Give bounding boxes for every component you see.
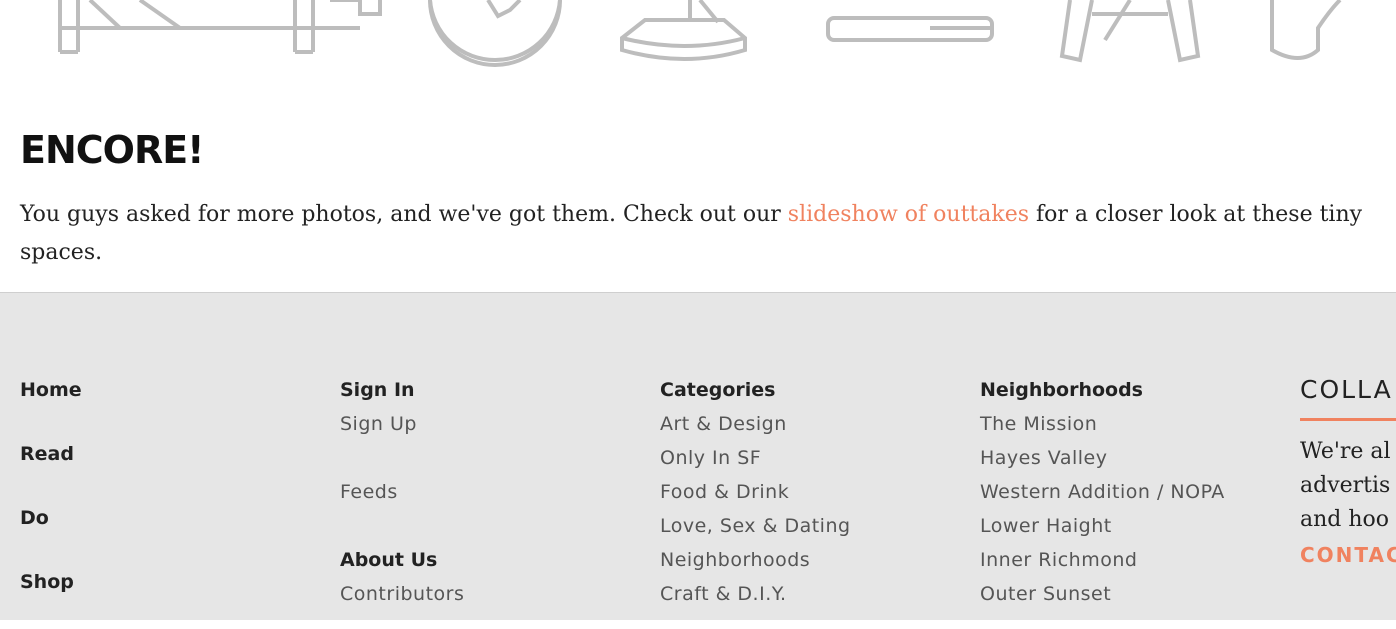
article-paragraph: You guys asked for more photos, and we'v…: [20, 196, 1380, 272]
sign-in-link[interactable]: Sign In: [340, 373, 464, 407]
footer-neighborhoods: Neighborhoods The Mission Hayes Valley W…: [980, 373, 1225, 611]
sign-up-link[interactable]: Sign Up: [340, 407, 464, 441]
feeds-link[interactable]: Feeds: [340, 475, 464, 509]
slideshow-link[interactable]: slideshow of outtakes: [788, 202, 1029, 227]
category-link[interactable]: Craft & D.I.Y.: [660, 577, 851, 611]
category-link[interactable]: Food & Drink: [660, 475, 851, 509]
footer-categories: Categories Art & Design Only In SF Food …: [660, 373, 851, 611]
collaborate-block: COLLA We're al advertis and hoo CONTAC: [1300, 375, 1396, 567]
neighborhood-link[interactable]: Hayes Valley: [980, 441, 1225, 475]
paragraph-text-start: You guys asked for more photos, and we'v…: [20, 202, 788, 227]
category-link[interactable]: Love, Sex & Dating: [660, 509, 851, 543]
illustrations-strip: [0, 0, 1396, 80]
neighborhood-link[interactable]: Western Addition / NOPA: [980, 475, 1225, 509]
category-link[interactable]: Art & Design: [660, 407, 851, 441]
article-heading: ENCORE!: [20, 128, 205, 172]
bowl-illustration: [620, 0, 747, 61]
collaborate-text-line: and hoo: [1300, 507, 1390, 532]
neighborhood-link[interactable]: The Mission: [980, 407, 1225, 441]
article-section: ENCORE! You guys asked for more photos, …: [20, 120, 1390, 272]
about-us-link[interactable]: About Us: [340, 543, 464, 577]
chair-illustration: [1270, 0, 1342, 60]
site-footer: Home Read Do Shop Sign In Sign Up Feeds …: [0, 292, 1396, 620]
plate-illustration: [428, 0, 562, 67]
collaborate-title: COLLA: [1300, 375, 1396, 421]
footer-account-links: Sign In Sign Up Feeds About Us Contribut…: [340, 373, 464, 611]
spoon-illustration: [826, 16, 994, 42]
collaborate-text-line: advertis: [1300, 473, 1391, 498]
neighborhoods-heading[interactable]: Neighborhoods: [980, 373, 1225, 407]
contributors-link[interactable]: Contributors: [340, 577, 464, 611]
footer-link-read[interactable]: Read: [20, 437, 82, 501]
category-link[interactable]: Neighborhoods: [660, 543, 851, 577]
collaborate-text-line: We're al: [1300, 439, 1391, 464]
bed-illustration: [58, 0, 382, 54]
categories-heading[interactable]: Categories: [660, 373, 851, 407]
footer-link-home[interactable]: Home: [20, 373, 82, 437]
neighborhood-link[interactable]: Inner Richmond: [980, 543, 1225, 577]
category-link[interactable]: Only In SF: [660, 441, 851, 475]
footer-link-shop[interactable]: Shop: [20, 565, 82, 629]
footer-link-do[interactable]: Do: [20, 501, 82, 565]
neighborhood-link[interactable]: Outer Sunset: [980, 577, 1225, 611]
contact-link[interactable]: CONTAC: [1300, 543, 1396, 567]
footer-main-nav: Home Read Do Shop: [20, 373, 82, 629]
neighborhood-link[interactable]: Lower Haight: [980, 509, 1225, 543]
table-illustration: [1059, 0, 1201, 63]
